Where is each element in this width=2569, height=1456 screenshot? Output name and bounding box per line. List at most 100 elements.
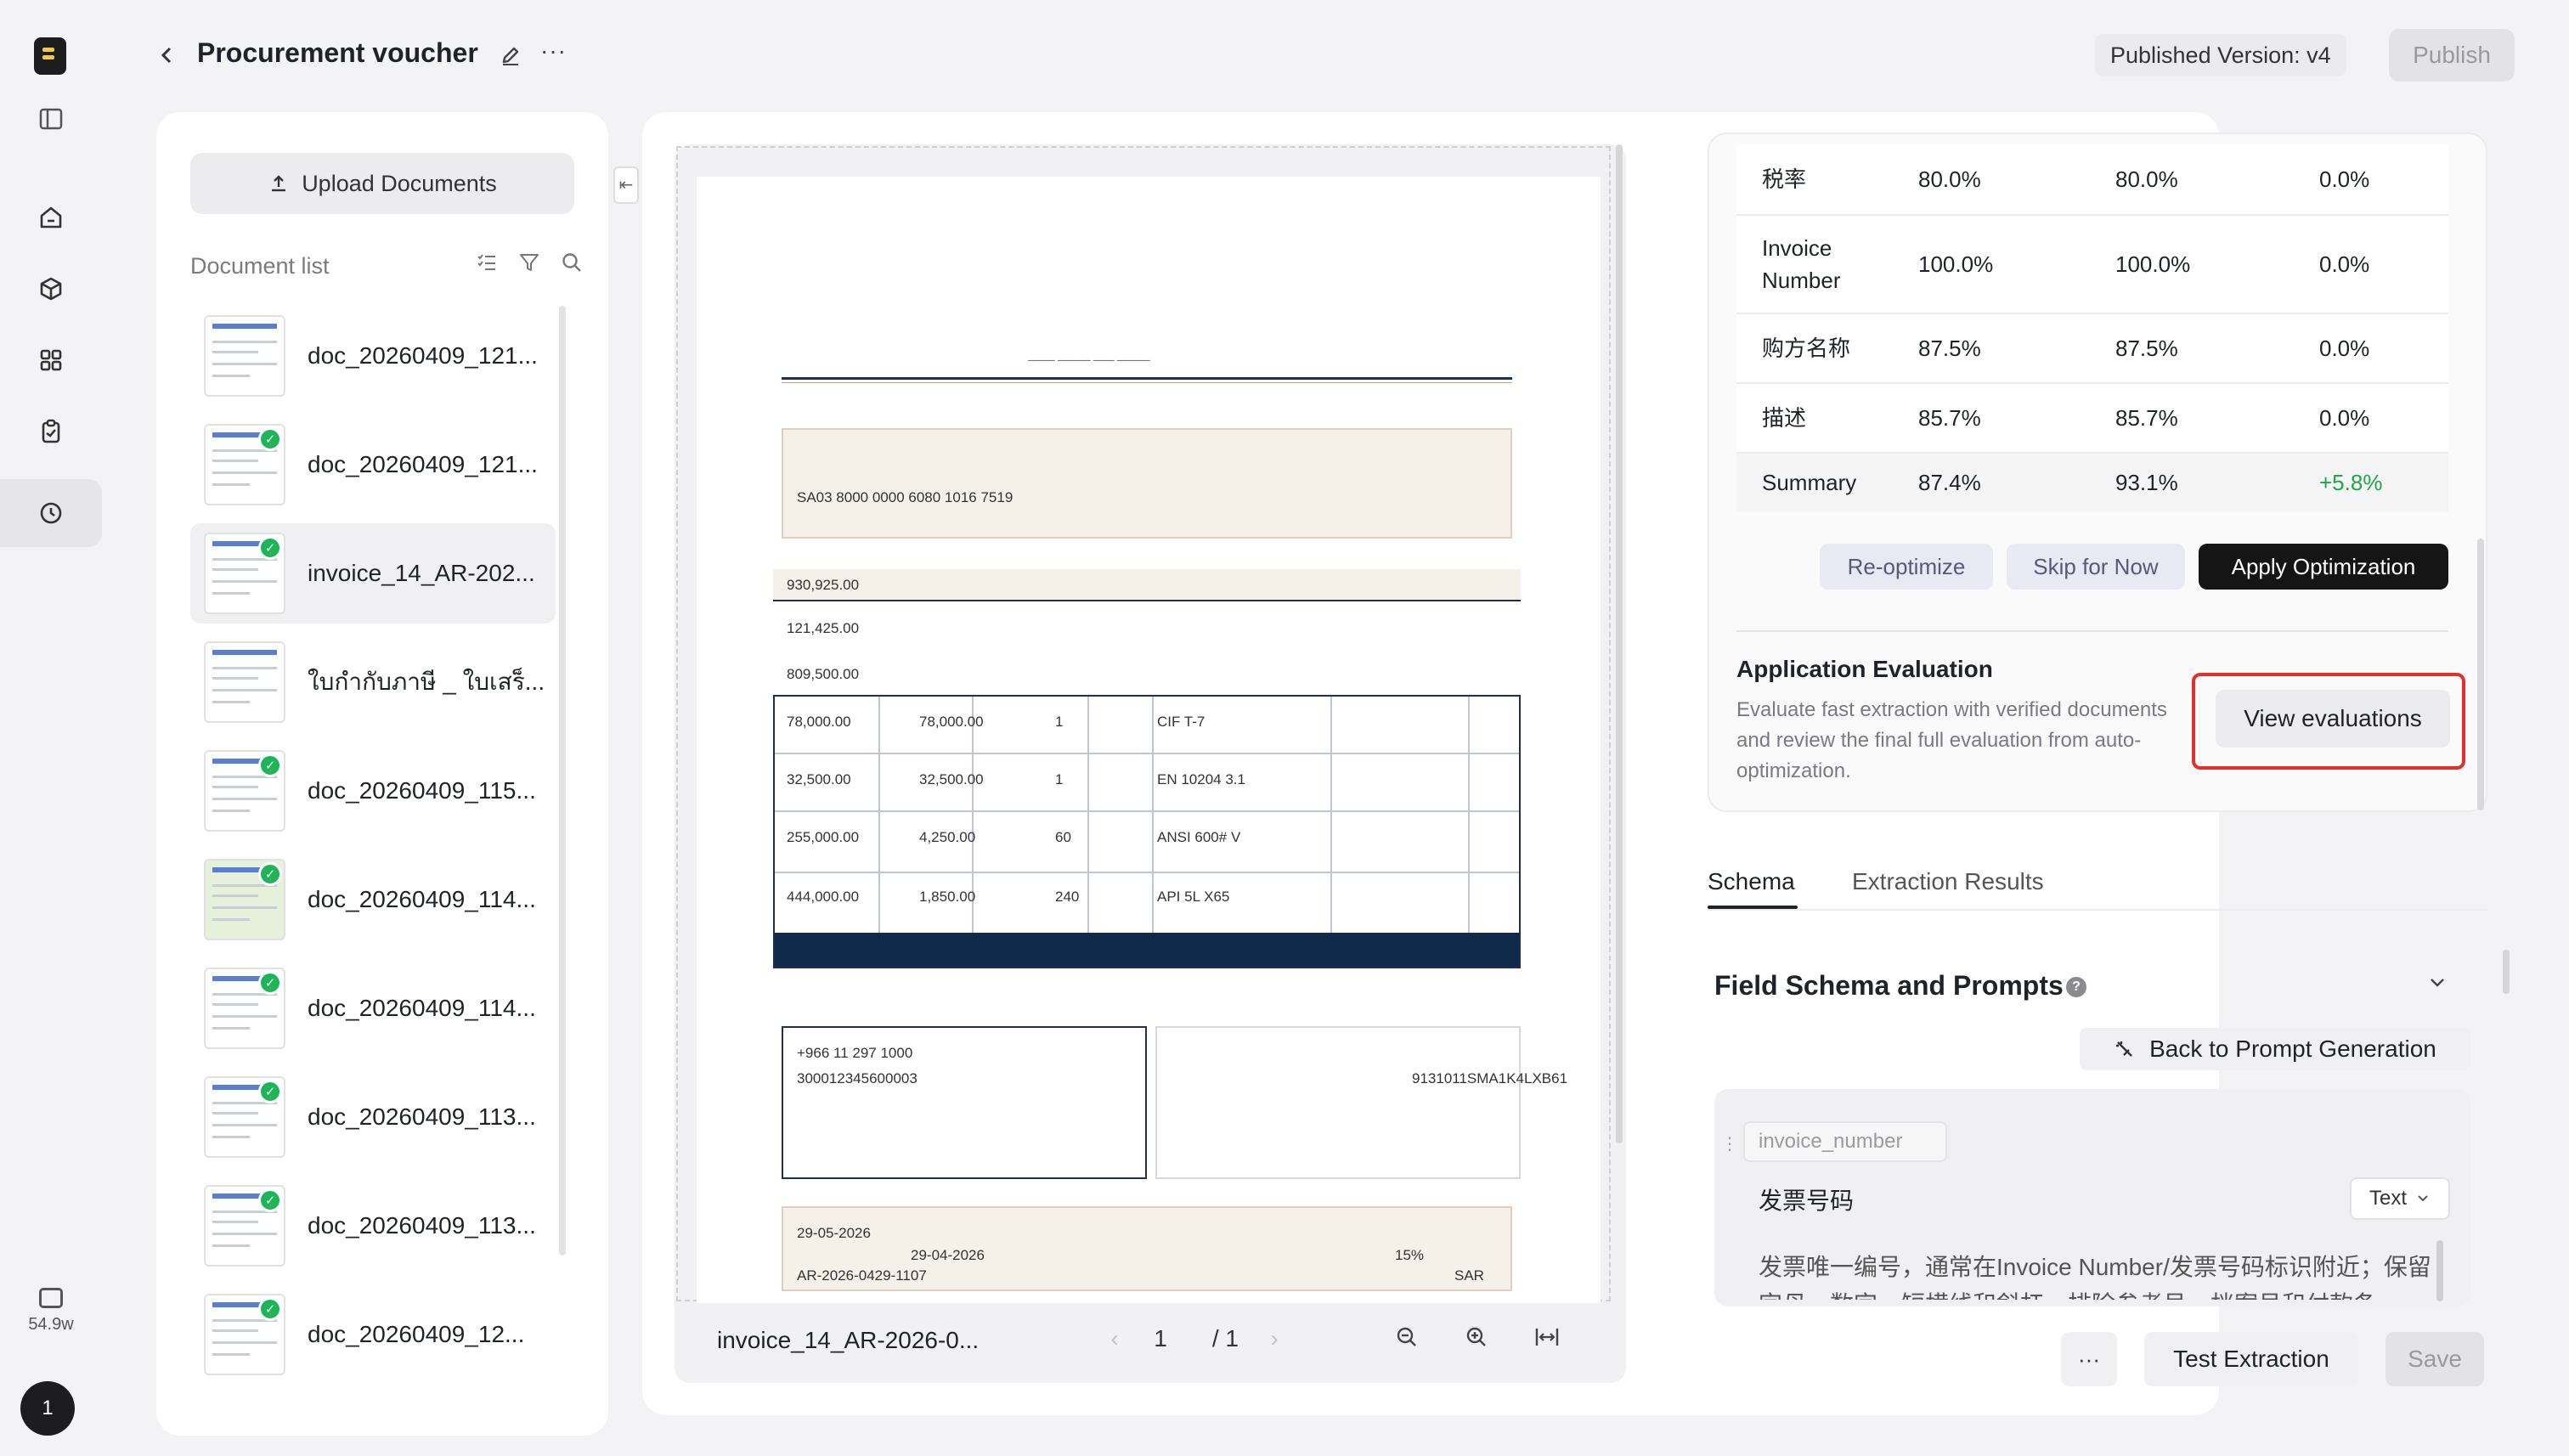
document-name: ใบกำกับภาษี _ ใบเสร็... (308, 669, 545, 695)
list-item[interactable]: ✓ doc_20260409_115... (190, 741, 556, 841)
list-item[interactable]: ✓ doc_20260409_113... (190, 1067, 556, 1167)
list-item[interactable]: ✓ doc_20260409_12... (190, 1284, 556, 1385)
chevron-down-icon (2418, 1195, 2428, 1202)
prev-page-icon[interactable]: ‹ (1096, 1325, 1133, 1352)
table-cell: 1 (1055, 771, 1064, 787)
document-thumbnail: ✓ (204, 424, 285, 505)
current-page[interactable]: 1 (1133, 1325, 1188, 1352)
table-row: 描述 85.7% 85.7% 0.0% (1736, 384, 2448, 452)
search-icon[interactable] (561, 251, 583, 274)
table-row: 购方名称 87.5% 87.5% 0.0% (1736, 314, 2448, 382)
table-cell: 240 (1055, 889, 1080, 905)
cube-icon[interactable] (25, 263, 76, 314)
save-button[interactable]: Save (2386, 1332, 2484, 1386)
sidebar-toggle-icon[interactable] (25, 93, 76, 144)
list-item[interactable]: ✓ doc_20260409_114... (190, 958, 556, 1058)
metric-cell-a: 87.4% (1918, 469, 1981, 495)
optimization-scrollbar[interactable] (2477, 539, 2484, 810)
tab-schema[interactable]: Schema (1708, 868, 1795, 895)
back-to-prompt-generation-button[interactable]: Back to Prompt Generation (2080, 1028, 2470, 1070)
total-row: 930,925.00 (773, 569, 1521, 601)
due-date: 29-05-2026 (797, 1225, 871, 1241)
buyer-phone: +966 11 297 1000 (797, 1045, 913, 1061)
table-cell: 78,000.00 (919, 714, 984, 730)
fit-width-icon[interactable] (1534, 1325, 1560, 1349)
field-schema-title: Field Schema and Prompts (1714, 970, 2064, 1001)
field-description-textarea[interactable]: 发票唯一编号，通常在Invoice Number/发票号码标识附近；保留字母、数… (1759, 1249, 2438, 1300)
field-type-select[interactable]: Text (2350, 1177, 2450, 1220)
chevron-down-icon[interactable] (2426, 972, 2448, 1000)
tab-extraction-results[interactable]: Extraction Results (1852, 868, 2044, 895)
edit-icon[interactable] (500, 44, 522, 72)
document-thumbnail: ✓ (204, 968, 285, 1049)
metric-cell-c: 0.0% (2319, 335, 2370, 361)
credits-balance[interactable]: 54.9w (15, 1288, 87, 1335)
iban-text: SA03 8000 0000 6080 1016 7519 (797, 489, 1013, 505)
table-cell: 60 (1055, 829, 1071, 845)
upload-documents-button[interactable]: Upload Documents (190, 153, 574, 214)
field-label[interactable]: 发票号码 (1759, 1182, 1854, 1216)
publish-button[interactable]: Publish (2389, 29, 2515, 82)
list-item[interactable]: ✓ doc_20260409_113... (190, 1176, 556, 1276)
verified-check-icon: ✓ (258, 427, 282, 451)
tab-divider (1708, 909, 2487, 911)
next-page-icon[interactable]: › (1256, 1325, 1293, 1352)
document-thumbnail: ✓ (204, 1185, 285, 1267)
test-extraction-button[interactable]: Test Extraction (2144, 1332, 2358, 1386)
metric-cell-a: 85.7% (1918, 404, 1981, 431)
apply-optimization-button[interactable]: Apply Optimization (2199, 544, 2448, 590)
help-icon[interactable]: ? (2066, 977, 2086, 997)
back-icon[interactable] (158, 42, 175, 68)
more-actions-button[interactable]: ··· (2061, 1332, 2117, 1386)
verified-check-icon: ✓ (258, 971, 282, 995)
right-panel-scrollbar[interactable] (2503, 950, 2510, 994)
document-name: invoice_14_AR-202... (308, 560, 535, 586)
zoom-out-icon[interactable] (1395, 1325, 1419, 1349)
home-icon[interactable] (25, 192, 76, 243)
table-cell: CIF T-7 (1157, 714, 1205, 730)
seller-reg-box: 9131011SMA1K4LXB61 (1155, 1026, 1567, 1179)
document-list-scrollbar[interactable] (559, 306, 566, 1256)
history-icon[interactable] (0, 479, 102, 547)
metric-cell-a: 87.5% (1918, 335, 1981, 361)
document-page[interactable]: ـــــــــــ ـــــــ ـــــــــــ ــــــــ… (697, 177, 1601, 1303)
issue-date: 29-04-2026 (911, 1247, 985, 1263)
grid-icon[interactable] (25, 335, 76, 386)
viewer-scrollbar[interactable] (1616, 144, 1623, 1143)
view-evaluations-button[interactable]: View evaluations (2216, 690, 2450, 748)
more-options-icon[interactable]: ··· (540, 37, 567, 65)
document-thumbnail (204, 315, 285, 397)
verified-check-icon: ✓ (258, 536, 282, 560)
table-cell: 78,000.00 (787, 714, 851, 730)
document-name: doc_20260409_12... (308, 1321, 525, 1347)
field-description-scrollbar[interactable] (2436, 1240, 2443, 1301)
vat-rate: 15% (1395, 1247, 1425, 1263)
list-item[interactable]: doc_20260409_121... (190, 306, 556, 406)
document-name: doc_20260409_113... (308, 1103, 536, 1130)
document-name: doc_20260409_114... (308, 886, 536, 912)
verified-check-icon: ✓ (258, 753, 282, 777)
avatar[interactable]: 1 (20, 1381, 75, 1436)
document-thumbnail: ✓ (204, 1076, 285, 1158)
table-row: Invoice Number 100.0% 100.0% 0.0% (1736, 216, 2448, 313)
metric-cell-name: 税率 (1762, 166, 1807, 192)
list-item[interactable]: ✓ invoice_14_AR-202... (190, 523, 556, 624)
total-pages: / 1 (1211, 1325, 1239, 1352)
checklist-icon[interactable] (476, 251, 498, 274)
skip-button[interactable]: Skip for Now (2007, 544, 2185, 590)
field-key-input[interactable]: invoice_number (1743, 1121, 1947, 1162)
table-cell: 444,000.00 (787, 889, 860, 905)
page-title: Procurement voucher (197, 37, 478, 68)
filter-icon[interactable] (518, 251, 540, 274)
zoom-in-icon[interactable] (1465, 1325, 1488, 1349)
list-item[interactable]: ✓ doc_20260409_114... (190, 849, 556, 950)
collapse-panel-icon[interactable]: ⇤ (613, 166, 639, 204)
metric-cell-b: 93.1% (2115, 469, 2178, 495)
list-item[interactable]: ✓ doc_20260409_121... (190, 415, 556, 515)
app-logo[interactable] (34, 37, 66, 75)
clipboard-check-icon[interactable] (25, 406, 76, 457)
reoptimize-button[interactable]: Re-optimize (1820, 544, 1993, 590)
metric-cell-b: 85.7% (2115, 404, 2178, 431)
upload-icon (272, 175, 286, 192)
list-item[interactable]: ใบกำกับภาษี _ ใบเสร็... (190, 632, 556, 732)
